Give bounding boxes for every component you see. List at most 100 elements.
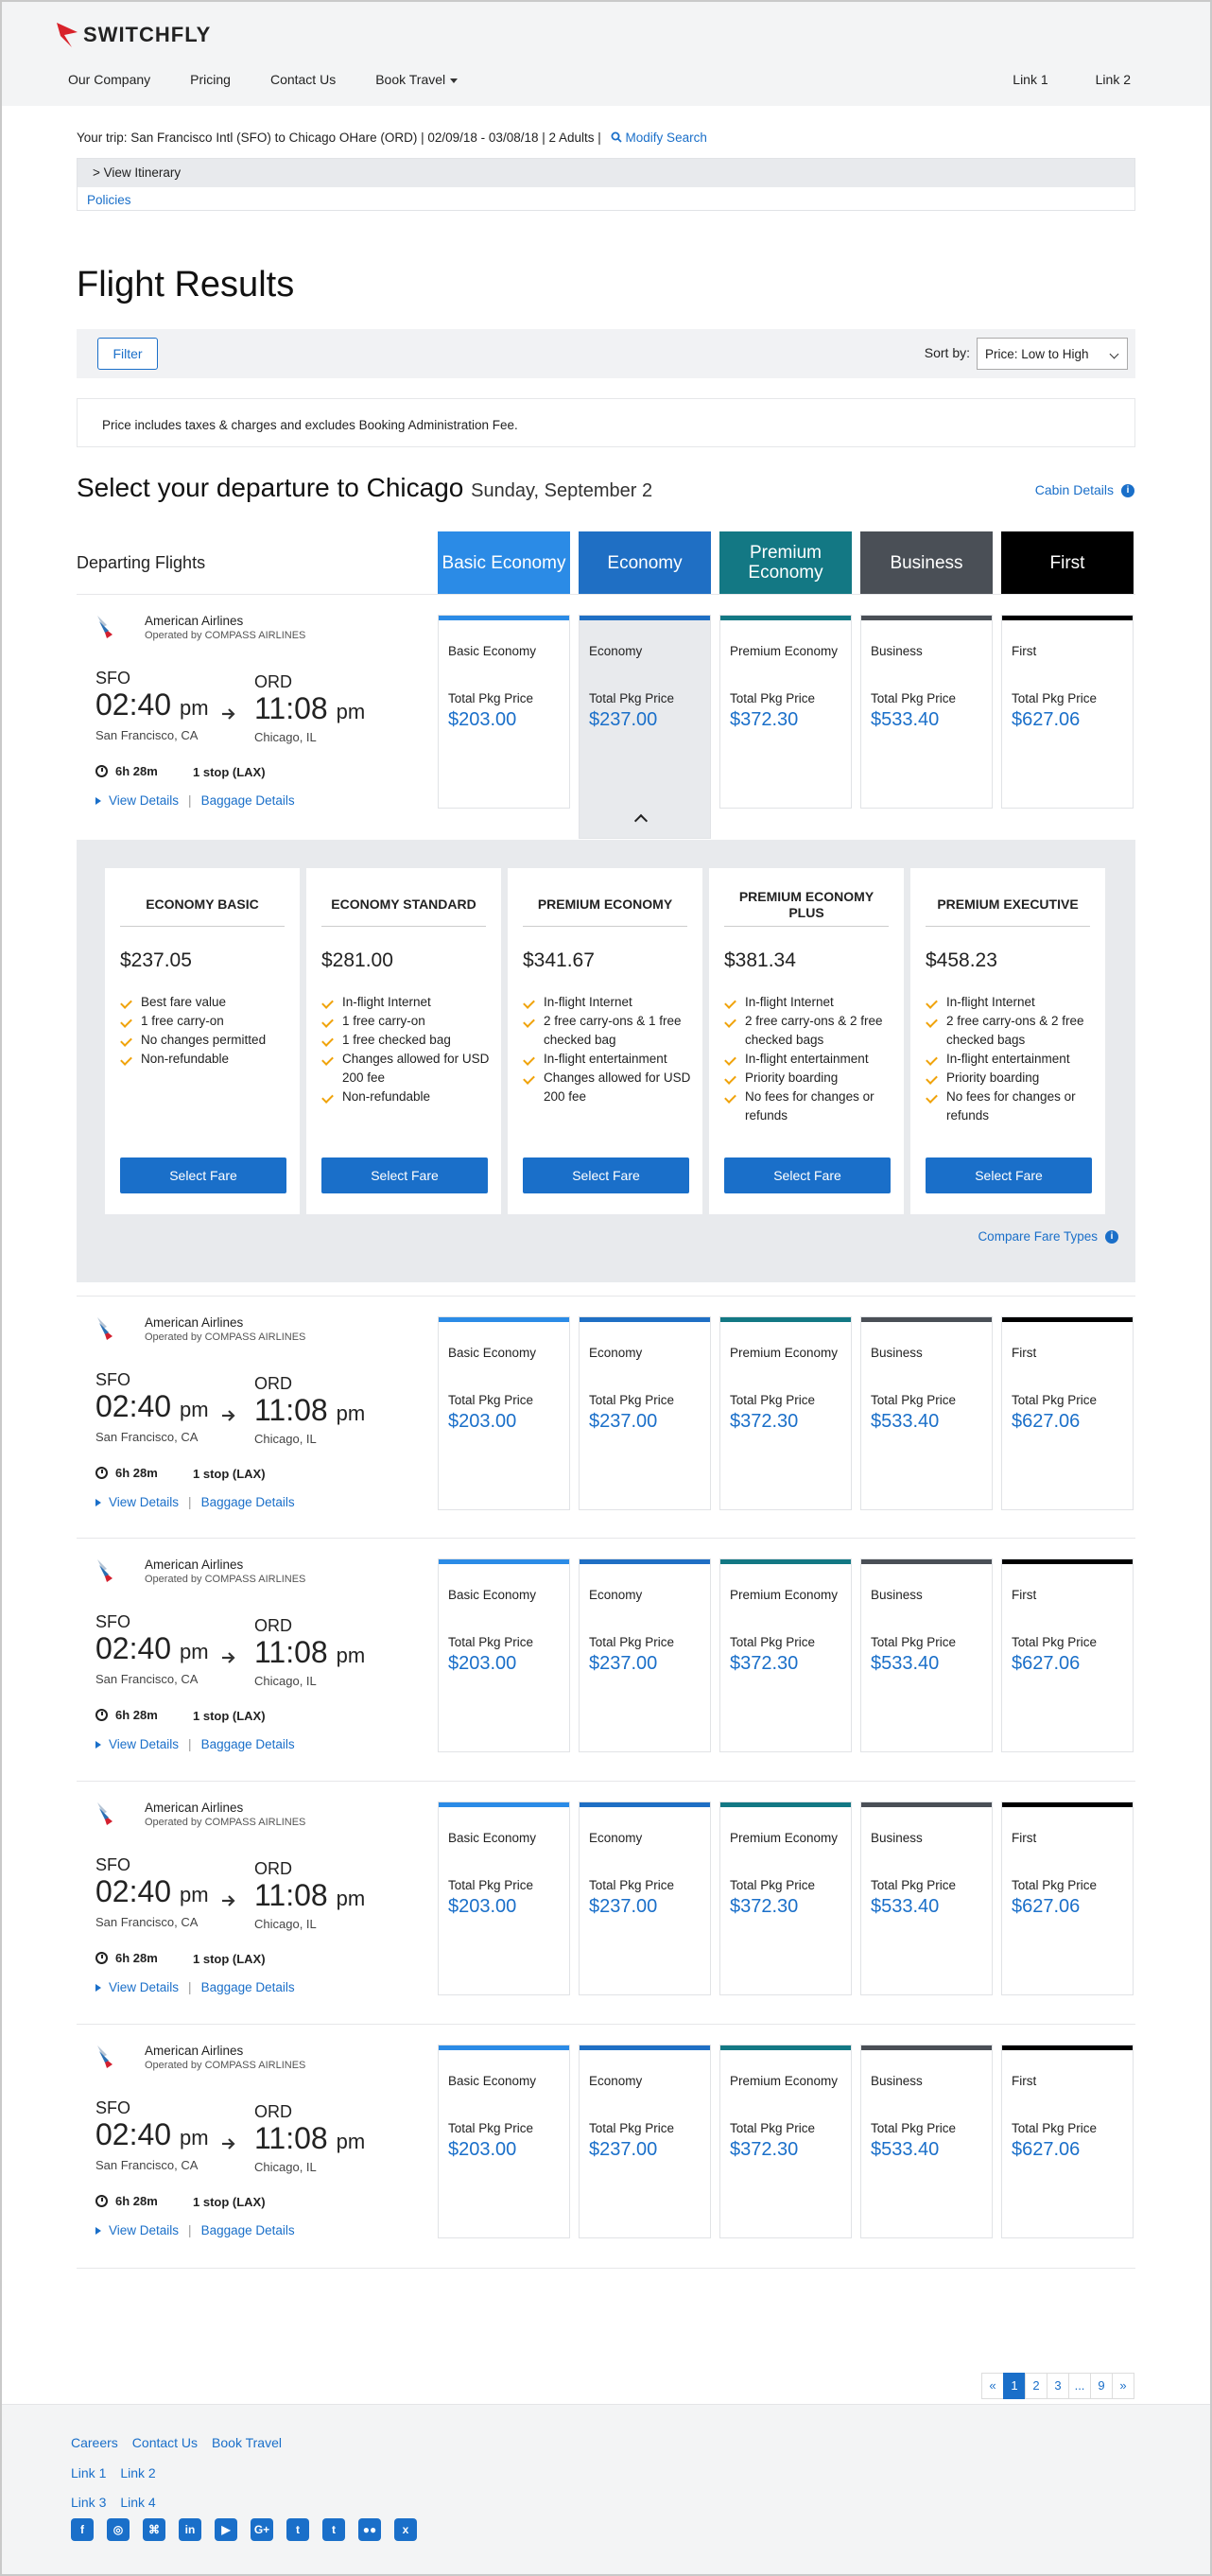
nav-link-2[interactable]: Link 2	[1096, 72, 1131, 87]
nav-pricing[interactable]: Pricing	[190, 72, 231, 87]
price-label: Total Pkg Price	[448, 1635, 534, 1649]
cabin-color-bar	[580, 1317, 710, 1322]
fare-card-economy[interactable]: Economy Total Pkg Price $237.00	[579, 1316, 711, 1510]
page-3[interactable]: 3	[1047, 2373, 1069, 2399]
cabin-header-3[interactable]: Premium Economy	[719, 531, 852, 594]
page-9[interactable]: 9	[1090, 2373, 1113, 2399]
view-details-link[interactable]: View Details	[95, 1980, 179, 1994]
cabin-header-2[interactable]: Economy	[579, 531, 711, 594]
fare-card-basic-economy[interactable]: Basic Economy Total Pkg Price $203.00	[438, 1558, 570, 1752]
switchfly-logo[interactable]: SWITCHFLY	[55, 21, 211, 49]
xing-icon[interactable]: x	[394, 2518, 417, 2541]
cabin-type: Premium Economy	[730, 1831, 839, 1845]
page-next[interactable]: »	[1112, 2373, 1134, 2399]
nav-book-travel[interactable]: Book Travel	[375, 72, 459, 87]
page-prev[interactable]: «	[981, 2373, 1004, 2399]
fare-price: $281.00	[321, 949, 393, 971]
fare-card-business[interactable]: Business Total Pkg Price $533.40	[860, 615, 993, 809]
baggage-details-link[interactable]: Baggage Details	[201, 1495, 295, 1509]
nav-our-company[interactable]: Our Company	[68, 72, 150, 87]
footer-link-link-2[interactable]: Link 2	[120, 2465, 155, 2480]
baggage-details-link[interactable]: Baggage Details	[201, 1737, 295, 1751]
fare-card-premium-economy[interactable]: Premium Economy Total Pkg Price $372.30	[719, 1316, 852, 1510]
select-fare-button[interactable]: Select Fare	[523, 1157, 689, 1193]
facebook-icon[interactable]: f	[71, 2518, 94, 2541]
fare-card-basic-economy[interactable]: Basic Economy Total Pkg Price $203.00	[438, 2045, 570, 2238]
twitter-icon[interactable]: t	[286, 2518, 309, 2541]
price-label: Total Pkg Price	[589, 2121, 675, 2135]
stops: 1 stop (LAX)	[193, 1467, 266, 1481]
google-plus-icon[interactable]: G+	[251, 2518, 273, 2541]
select-fare-button[interactable]: Select Fare	[724, 1157, 891, 1193]
select-fare-button[interactable]: Select Fare	[120, 1157, 286, 1193]
price-value: $372.30	[730, 709, 799, 730]
view-details-link[interactable]: View Details	[95, 1495, 179, 1509]
filter-button[interactable]: Filter	[97, 338, 158, 370]
cabin-details-link[interactable]: Cabin Details i	[1035, 482, 1134, 498]
fare-card-basic-economy[interactable]: Basic Economy Total Pkg Price $203.00	[438, 1316, 570, 1510]
footer-link-careers[interactable]: Careers	[71, 2435, 118, 2450]
footer-link-book-travel[interactable]: Book Travel	[212, 2435, 282, 2450]
stops: 1 stop (LAX)	[193, 2195, 266, 2209]
footer-link-contact-us[interactable]: Contact Us	[132, 2435, 198, 2450]
view-details-link[interactable]: View Details	[95, 1737, 179, 1751]
cabin-color-bar	[580, 1802, 710, 1807]
fare-card-premium-economy[interactable]: Premium Economy Total Pkg Price $372.30	[719, 1801, 852, 1995]
fare-card-economy[interactable]: Economy Total Pkg Price $237.00	[579, 1558, 711, 1752]
fare-card-economy[interactable]: Economy Total Pkg Price $237.00	[579, 2045, 711, 2238]
select-fare-button[interactable]: Select Fare	[321, 1157, 488, 1193]
sort-select[interactable]: Price: Low to High	[977, 338, 1128, 370]
footer-link-link-3[interactable]: Link 3	[71, 2495, 106, 2510]
footer-link-link-1[interactable]: Link 1	[71, 2465, 106, 2480]
departure-time-value: 02:40	[95, 2117, 172, 2151]
flickr-icon[interactable]: ●●	[358, 2518, 381, 2541]
nav-link-1[interactable]: Link 1	[1013, 72, 1048, 87]
cabin-header-4[interactable]: Business	[860, 531, 993, 594]
cabin-header-1[interactable]: Basic Economy	[438, 531, 570, 594]
fare-card-business[interactable]: Business Total Pkg Price $533.40	[860, 1801, 993, 1995]
baggage-details-link[interactable]: Baggage Details	[201, 1980, 295, 1994]
page-2[interactable]: 2	[1025, 2373, 1048, 2399]
nav-contact-us[interactable]: Contact Us	[270, 72, 336, 87]
fare-card-business[interactable]: Business Total Pkg Price $533.40	[860, 1316, 993, 1510]
fare-card-basic-economy[interactable]: Basic Economy Total Pkg Price $203.00	[438, 615, 570, 809]
select-fare-button[interactable]: Select Fare	[926, 1157, 1092, 1193]
fare-feature: In-flight entertainment	[523, 1050, 693, 1069]
fare-card-premium-economy[interactable]: Premium Economy Total Pkg Price $372.30	[719, 2045, 852, 2238]
fare-card-basic-economy[interactable]: Basic Economy Total Pkg Price $203.00	[438, 1801, 570, 1995]
policies-link[interactable]: Policies	[87, 193, 131, 207]
fare-card-economy[interactable]: Economy Total Pkg Price $237.00	[579, 1801, 711, 1995]
view-details-link[interactable]: View Details	[95, 2223, 179, 2237]
baggage-details-link[interactable]: Baggage Details	[201, 2223, 295, 2237]
modify-search-link[interactable]: Modify Search	[611, 131, 707, 145]
instagram-icon[interactable]: ◎	[107, 2518, 130, 2541]
fare-card-business[interactable]: Business Total Pkg Price $533.40	[860, 2045, 993, 2238]
view-details-link[interactable]: View Details	[95, 793, 179, 808]
fare-card-economy[interactable]: Economy Total Pkg Price $237.00	[579, 615, 711, 839]
site-header: SWITCHFLY Our Company Pricing Contact Us…	[2, 2, 1210, 106]
baggage-details-link[interactable]: Baggage Details	[201, 793, 295, 808]
compare-fare-types-link[interactable]: Compare Fare Types i	[978, 1229, 1118, 1244]
fare-feature: Priority boarding	[724, 1069, 894, 1088]
arrival-time: 11:08 pm	[254, 1878, 365, 1913]
page-1[interactable]: 1	[1003, 2373, 1026, 2399]
fare-card-first[interactable]: First Total Pkg Price $627.06	[1001, 1316, 1134, 1510]
arrow-right-icon	[222, 1895, 235, 1906]
fare-card-premium-economy[interactable]: Premium Economy Total Pkg Price $372.30	[719, 1558, 852, 1752]
view-itinerary-toggle[interactable]: > View Itinerary	[78, 159, 1134, 187]
fare-card-business[interactable]: Business Total Pkg Price $533.40	[860, 1558, 993, 1752]
github-icon[interactable]: ⌘	[143, 2518, 165, 2541]
fare-card-first[interactable]: First Total Pkg Price $627.06	[1001, 2045, 1134, 2238]
fare-card-premium-economy[interactable]: Premium Economy Total Pkg Price $372.30	[719, 615, 852, 809]
fare-card-first[interactable]: First Total Pkg Price $627.06	[1001, 615, 1134, 809]
cabin-header-5[interactable]: First	[1001, 531, 1134, 594]
youtube-icon[interactable]: ▶	[215, 2518, 237, 2541]
cabin-color-bar	[1002, 2045, 1133, 2050]
linkedin-icon[interactable]: in	[179, 2518, 201, 2541]
footer-link-link-4[interactable]: Link 4	[120, 2495, 155, 2510]
fare-card-first[interactable]: First Total Pkg Price $627.06	[1001, 1801, 1134, 1995]
fare-card-first[interactable]: First Total Pkg Price $627.06	[1001, 1558, 1134, 1752]
cabin-color-bar	[1002, 616, 1133, 620]
tumblr-icon[interactable]: t	[322, 2518, 345, 2541]
origin-code: SFO	[95, 1855, 131, 1874]
